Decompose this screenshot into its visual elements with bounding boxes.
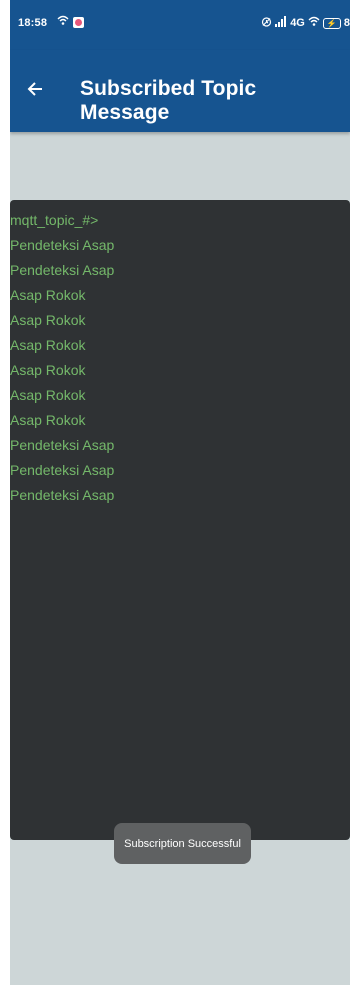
signal-icon <box>275 16 287 30</box>
message-line: Pendeteksi Asap <box>10 437 115 453</box>
back-button[interactable] <box>20 74 50 104</box>
topic-prompt: mqtt_topic_#> <box>10 212 99 228</box>
message-terminal[interactable]: mqtt_topic_#> Pendeteksi Asap Pendeteksi… <box>10 200 350 840</box>
message-line: Pendeteksi Asap <box>10 487 115 503</box>
network-type: 4G <box>290 17 305 29</box>
message-line: Asap Rokok <box>10 337 86 353</box>
message-line: Asap Rokok <box>10 412 86 428</box>
status-right-icons: 4G ⚡ 8 <box>261 16 350 30</box>
wifi-icon <box>57 15 69 29</box>
wifi-icon <box>308 16 320 30</box>
toast-message: Subscription Successful <box>114 823 251 864</box>
battery-level: 8 <box>343 17 350 29</box>
app-bar: Subscribed Topic Message <box>10 50 350 132</box>
battery-charging-icon: ⚡ <box>322 17 341 29</box>
message-list: mqtt_topic_#> Pendeteksi Asap Pendeteksi… <box>10 200 350 508</box>
message-line: Asap Rokok <box>10 387 86 403</box>
message-line: Asap Rokok <box>10 312 86 328</box>
status-time: 18:58 <box>18 17 48 29</box>
message-line: Asap Rokok <box>10 287 86 303</box>
message-line: Pendeteksi Asap <box>10 462 115 478</box>
alarm-icon <box>261 16 272 30</box>
message-line: Asap Rokok <box>10 362 86 378</box>
arrow-left-icon <box>27 82 42 96</box>
page-title: Subscribed Topic Message <box>80 77 257 124</box>
app-screen: 18:58 4G ⚡ 8 Subscribed Topic Message mq… <box>10 0 350 985</box>
status-bar: 18:58 4G ⚡ 8 <box>10 0 350 50</box>
notification-icon <box>73 16 84 28</box>
status-left-icons <box>57 15 84 29</box>
toast-text: Subscription Successful <box>124 837 241 850</box>
message-line: Pendeteksi Asap <box>10 262 115 278</box>
message-line: Pendeteksi Asap <box>10 237 115 253</box>
